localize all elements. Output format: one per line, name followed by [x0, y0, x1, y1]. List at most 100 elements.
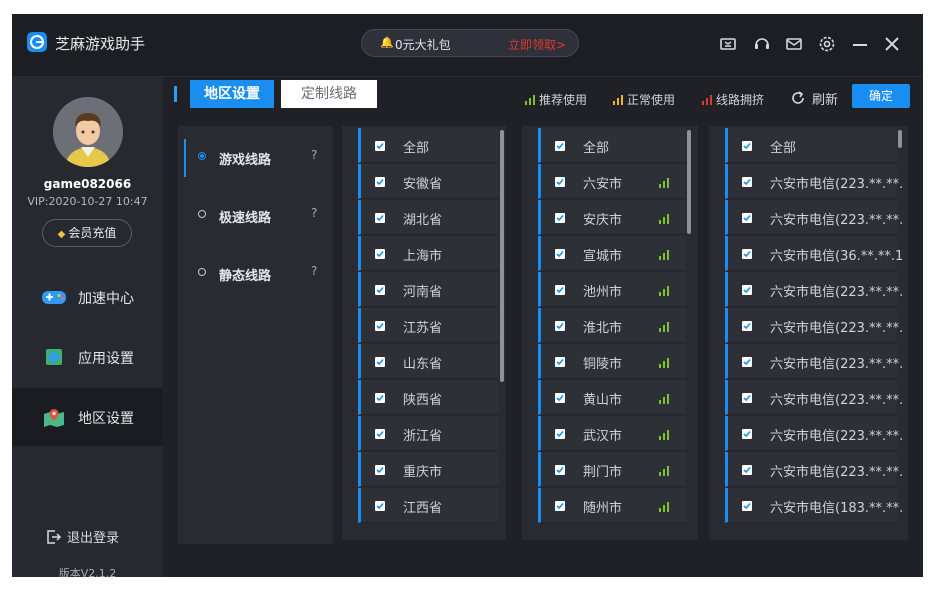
list-item-select-all[interactable]: 全部	[725, 128, 897, 163]
list-item-select-all[interactable]: 全部	[358, 128, 499, 163]
checkbox-checked-icon[interactable]	[555, 177, 565, 187]
checkbox-checked-icon[interactable]	[555, 429, 565, 439]
list-item[interactable]: 六安市电信(223.**.**.	[725, 416, 903, 451]
checkbox-checked-icon[interactable]	[742, 357, 752, 367]
nav-item-accelerate[interactable]: 加速中心	[12, 268, 163, 326]
route-type-fast[interactable]: 极速线路 ?	[178, 197, 333, 235]
checkbox-checked-icon[interactable]	[555, 249, 565, 259]
list-item[interactable]: 六安市电信(223.**.**.	[725, 308, 903, 343]
confirm-button[interactable]: 确定	[852, 84, 910, 108]
nav-item-region-settings[interactable]: 地区设置	[12, 388, 163, 446]
tab-region-settings[interactable]: 地区设置	[190, 80, 274, 108]
checkbox-checked-icon[interactable]	[375, 393, 385, 403]
avatar[interactable]	[53, 97, 123, 167]
checkbox-checked-icon[interactable]	[375, 285, 385, 295]
nav-item-app-settings[interactable]: 应用设置	[12, 328, 163, 386]
gift-card-icon[interactable]	[718, 34, 738, 54]
checkbox-checked-icon[interactable]	[742, 213, 752, 223]
list-item[interactable]: 宣城市	[538, 236, 686, 271]
list-item[interactable]: 江西省	[358, 488, 499, 523]
list-item[interactable]: 河南省	[358, 272, 499, 307]
list-item[interactable]: 六安市电信(183.**.**.	[725, 488, 903, 523]
list-item[interactable]: 荆门市	[538, 452, 686, 487]
checkbox-checked-icon[interactable]	[742, 501, 752, 511]
help-icon[interactable]: ?	[311, 206, 317, 220]
checkbox-checked-icon[interactable]	[375, 501, 385, 511]
promo-banner[interactable]: 🔔 0元大礼包 立即领取>	[361, 29, 579, 57]
checkbox-checked-icon[interactable]	[555, 213, 565, 223]
close-icon[interactable]	[882, 34, 902, 54]
list-item[interactable]: 淮北市	[538, 308, 686, 343]
checkbox-checked-icon[interactable]	[375, 357, 385, 367]
headset-icon[interactable]	[752, 34, 772, 54]
list-item[interactable]: 六安市电信(223.**.**.	[725, 200, 903, 235]
checkbox-checked-icon[interactable]	[555, 357, 565, 367]
list-item[interactable]: 六安市电信(223.**.**.	[725, 380, 903, 415]
refresh-icon[interactable]	[790, 90, 806, 106]
list-item[interactable]: 铜陵市	[538, 344, 686, 379]
checkbox-checked-icon[interactable]	[555, 141, 565, 151]
checkbox-checked-icon[interactable]	[555, 393, 565, 403]
checkbox-checked-icon[interactable]	[555, 321, 565, 331]
list-item[interactable]: 武汉市	[538, 416, 686, 451]
radio-icon[interactable]	[198, 210, 206, 218]
checkbox-checked-icon[interactable]	[375, 321, 385, 331]
list-item[interactable]: 池州市	[538, 272, 686, 307]
list-item[interactable]: 六安市电信(223.**.**.	[725, 164, 903, 199]
mail-icon[interactable]	[784, 34, 804, 54]
checkbox-checked-icon[interactable]	[555, 501, 565, 511]
list-item[interactable]: 湖北省	[358, 200, 499, 235]
checkbox-checked-icon[interactable]	[742, 429, 752, 439]
refresh-button[interactable]: 刷新	[812, 89, 838, 108]
checkbox-checked-icon[interactable]	[375, 141, 385, 151]
checkbox-checked-icon[interactable]	[375, 429, 385, 439]
checkbox-checked-icon[interactable]	[375, 465, 385, 475]
checkbox-checked-icon[interactable]	[742, 141, 752, 151]
list-item[interactable]: 随州市	[538, 488, 686, 523]
list-item[interactable]: 山东省	[358, 344, 499, 379]
list-item[interactable]: 上海市	[358, 236, 499, 271]
checkbox-checked-icon[interactable]	[375, 249, 385, 259]
settings-gear-icon[interactable]	[817, 34, 837, 54]
route-type-game[interactable]: 游戏线路 ?	[178, 139, 333, 177]
list-item[interactable]: 六安市电信(223.**.**.	[725, 344, 903, 379]
checkbox-checked-icon[interactable]	[742, 465, 752, 475]
promo-claim-link[interactable]: 立即领取>	[508, 36, 566, 53]
checkbox-checked-icon[interactable]	[742, 177, 752, 187]
list-item[interactable]: 六安市电信(223.**.**.	[725, 452, 903, 487]
recharge-button[interactable]: ◆ 会员充值	[42, 219, 132, 247]
checkbox-checked-icon[interactable]	[742, 249, 752, 259]
scrollbar[interactable]	[898, 130, 902, 148]
list-item-label: 上海市	[403, 249, 443, 264]
list-item[interactable]: 安徽省	[358, 164, 499, 199]
checkbox-checked-icon[interactable]	[555, 285, 565, 295]
list-item[interactable]: 江苏省	[358, 308, 499, 343]
list-item-label: 全部	[403, 141, 430, 156]
list-item[interactable]: 安庆市	[538, 200, 686, 235]
list-item[interactable]: 黄山市	[538, 380, 686, 415]
checkbox-checked-icon[interactable]	[742, 285, 752, 295]
checkbox-checked-icon[interactable]	[555, 465, 565, 475]
checkbox-checked-icon[interactable]	[375, 177, 385, 187]
radio-icon[interactable]	[198, 268, 206, 276]
logout-button[interactable]: 退出登录	[67, 527, 119, 546]
checkbox-checked-icon[interactable]	[742, 393, 752, 403]
list-item[interactable]: 重庆市	[358, 452, 499, 487]
help-icon[interactable]: ?	[311, 148, 317, 162]
logout-icon[interactable]	[46, 529, 62, 545]
route-type-static[interactable]: 静态线路 ?	[178, 255, 333, 293]
list-item[interactable]: 六安市电信(36.**.**.1	[725, 236, 903, 271]
checkbox-checked-icon[interactable]	[375, 213, 385, 223]
list-item[interactable]: 浙江省	[358, 416, 499, 451]
list-item[interactable]: 六安市	[538, 164, 686, 199]
help-icon[interactable]: ?	[311, 264, 317, 278]
checkbox-checked-icon[interactable]	[742, 321, 752, 331]
radio-selected-icon[interactable]	[198, 152, 206, 160]
scrollbar[interactable]	[687, 130, 691, 234]
list-item[interactable]: 六安市电信(223.**.**.	[725, 272, 903, 307]
list-item-select-all[interactable]: 全部	[538, 128, 686, 163]
list-item[interactable]: 陕西省	[358, 380, 499, 415]
scrollbar[interactable]	[500, 130, 504, 382]
tab-custom-routes[interactable]: 定制线路	[281, 80, 377, 108]
minimize-icon[interactable]	[850, 34, 870, 54]
